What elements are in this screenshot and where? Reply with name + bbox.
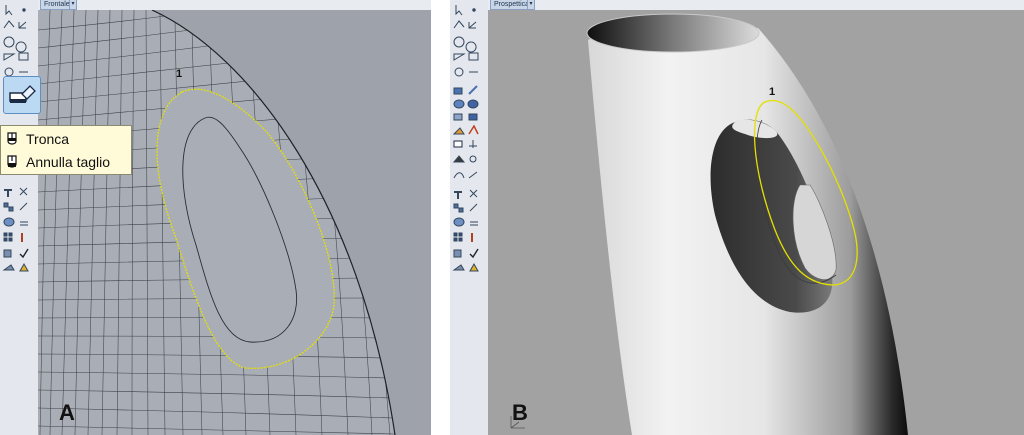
curve-label-1: 1: [769, 86, 776, 98]
arc-icon: [15, 41, 27, 53]
extrude-icon: [453, 113, 463, 121]
grid-icon: [453, 232, 458, 237]
menu-item-tronca[interactable]: Tronca: [5, 129, 69, 149]
viewport-tab-prospettica[interactable]: Prospettica: [490, 0, 530, 10]
polygon-icon: [453, 53, 466, 61]
surface-icon: [453, 87, 463, 95]
move-icon: [469, 203, 478, 212]
select-arrow-icon: [455, 5, 463, 16]
sphere-icon: [453, 99, 465, 109]
text-icon: [454, 191, 462, 199]
untrim-icon: [7, 155, 17, 168]
viewport-header-strip: [488, 0, 1024, 10]
toolbar-icons: [2, 5, 29, 272]
text-icon: [4, 189, 12, 197]
cylinder-icon: [467, 99, 479, 109]
layer-icon: [3, 249, 12, 258]
render-icon: [452, 264, 465, 271]
light-icon: [19, 262, 29, 272]
rectangle-icon: [468, 52, 479, 61]
trim-icon: [7, 132, 17, 145]
move-icon: [19, 202, 28, 211]
split-icon: [469, 155, 477, 163]
viewport-menu-arrow[interactable]: ▾: [69, 0, 77, 10]
layer-icon: [453, 249, 462, 258]
circle-icon: [3, 36, 15, 48]
transform-icon: [19, 187, 28, 196]
curve-icon: [18, 21, 27, 29]
polygon-icon: [3, 53, 16, 61]
viewport-title: Prospettica: [494, 1, 530, 8]
fillet-icon: [452, 127, 465, 135]
toolbar-icons: [452, 5, 479, 272]
box-icon: [468, 113, 478, 121]
viewport-menu-arrow[interactable]: ▾: [527, 0, 535, 10]
curve-icon: [468, 21, 477, 29]
panel-a: Frontale ▾ 1 Tronca Annulla taglio A: [0, 0, 431, 435]
render-icon: [2, 264, 15, 271]
select-arrow-icon: [5, 5, 13, 16]
command-toolbar-left: [0, 0, 39, 435]
grid-icon: [3, 232, 8, 237]
panel-b: Prospettica ▾ 1 B: [450, 0, 1024, 435]
point-icon: [472, 8, 476, 12]
viewport-tab-frontale[interactable]: Frontale: [40, 0, 70, 10]
polyline-icon: [453, 20, 465, 29]
panel-label-a: A: [59, 400, 75, 425]
blend-icon: [453, 172, 465, 179]
menu-item-label: Tronca: [26, 131, 70, 147]
polyline-icon: [3, 20, 15, 29]
check-icon: [19, 248, 29, 259]
solid-icon: [3, 217, 15, 227]
ellipse-icon: [454, 67, 464, 77]
viewport-header-strip: [38, 0, 431, 10]
trim-flyout-button[interactable]: [3, 76, 41, 114]
trim-small-icon: [453, 140, 463, 148]
offset-icon: [468, 171, 478, 179]
front-view-scene: [38, 10, 396, 435]
check-icon: [469, 248, 479, 259]
viewport-frontale[interactable]: [38, 10, 431, 435]
trim-tool-icon: [9, 85, 36, 103]
transform-icon: [469, 189, 478, 198]
array-icon: [453, 203, 459, 209]
circle-icon: [453, 36, 465, 48]
solid-icon: [453, 217, 465, 227]
menu-item-annulla-taglio[interactable]: Annulla taglio: [5, 152, 110, 172]
perspective-view-scene: [510, 13, 908, 435]
point-icon: [22, 8, 26, 12]
viewport-prospettica[interactable]: [488, 10, 1024, 435]
ellipse-icon: [4, 67, 14, 77]
menu-item-label: Annulla taglio: [26, 154, 111, 170]
arc-icon: [465, 41, 477, 53]
dimension-icon: [470, 221, 478, 226]
explode-icon: [468, 124, 479, 135]
light-icon: [469, 262, 479, 272]
command-toolbar-left: [450, 0, 489, 435]
array-icon: [3, 202, 9, 208]
viewport-title: Frontale: [44, 1, 70, 8]
rectangle-icon: [18, 52, 29, 61]
join-icon: [469, 140, 477, 148]
dimension-icon: [20, 221, 28, 226]
trim-flyout-menu: Tronca Annulla taglio: [0, 125, 132, 175]
panel-label-b: B: [512, 400, 528, 425]
boolean-icon: [452, 155, 466, 163]
curve-label-1: 1: [176, 68, 183, 80]
loft-icon: [468, 85, 478, 95]
